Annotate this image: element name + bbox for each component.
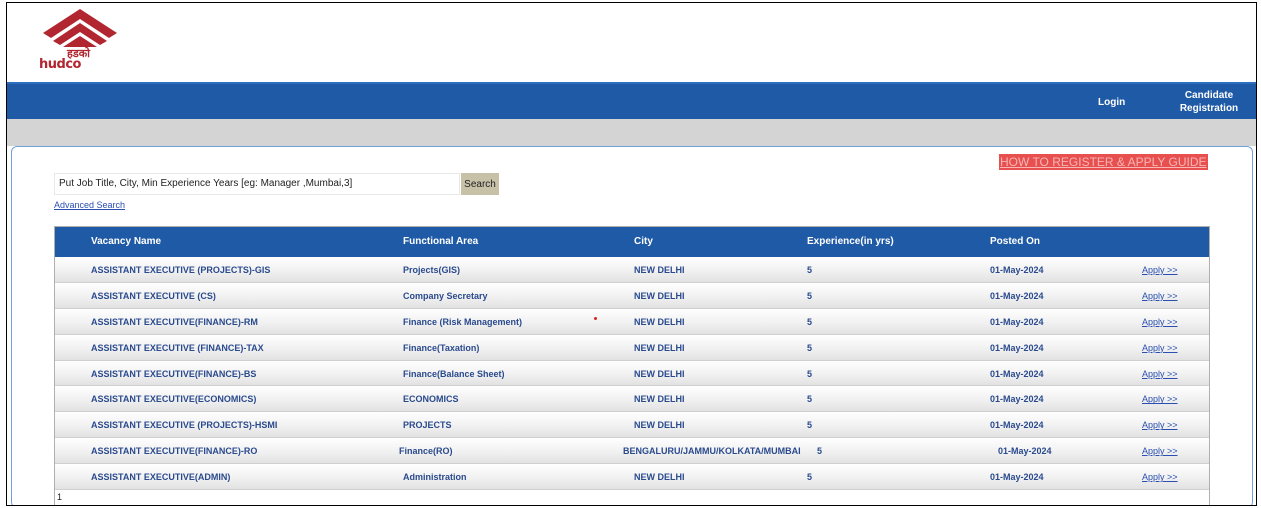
vacancy-name: ASSISTANT EXECUTIVE(ECONOMICS) xyxy=(91,394,257,405)
vacancy-name: ASSISTANT EXECUTIVE(ADMIN) xyxy=(91,472,231,483)
vacancy-name: ASSISTANT EXECUTIVE(FINANCE)-RO xyxy=(91,446,258,457)
vacancy-name: ASSISTANT EXECUTIVE (CS) xyxy=(91,290,216,301)
table-row: ASSISTANT EXECUTIVE (PROJECTS)-GIS Proje… xyxy=(55,257,1209,283)
city: NEW DELHI xyxy=(634,368,685,379)
header-vacancy-name: Vacancy Name xyxy=(91,236,162,247)
posted-on: 01-May-2024 xyxy=(990,472,1044,483)
posted-on: 01-May-2024 xyxy=(990,342,1044,353)
vacancy-table: Vacancy Name Functional Area City Experi… xyxy=(54,226,1210,505)
functional-area: Finance(RO) xyxy=(399,446,453,457)
functional-area: Projects(GIS) xyxy=(403,265,461,275)
experience: 5 xyxy=(807,342,813,353)
vacancy-name: ASSISTANT EXECUTIVE (PROJECTS)-HSMI xyxy=(91,420,278,431)
vacancy-name: ASSISTANT EXECUTIVE (FINANCE)-TAX xyxy=(91,342,264,353)
city: NEW DELHI xyxy=(634,316,685,327)
apply-link[interactable]: Apply >> xyxy=(1142,317,1178,327)
page-frame: हडको hudco Login Candidate Registration … xyxy=(6,2,1257,506)
functional-area: PROJECTS xyxy=(403,420,452,431)
apply-link[interactable]: Apply >> xyxy=(1142,291,1178,301)
how-to-register-guide-link[interactable]: HOW TO REGISTER & APPLY GUIDE xyxy=(999,154,1208,170)
top-navbar: Login Candidate Registration xyxy=(7,82,1256,119)
experience: 5 xyxy=(807,265,813,275)
posted-on: 01-May-2024 xyxy=(998,446,1052,457)
apply-link[interactable]: Apply >> xyxy=(1142,369,1178,379)
table-header: Vacancy Name Functional Area City Experi… xyxy=(55,227,1209,257)
experience: 5 xyxy=(807,368,813,379)
functional-area: Finance(Balance Sheet) xyxy=(403,368,505,379)
sub-header-band xyxy=(7,119,1256,146)
apply-link[interactable]: Apply >> xyxy=(1142,446,1178,456)
city: NEW DELHI xyxy=(634,290,685,301)
posted-on: 01-May-2024 xyxy=(990,394,1044,405)
table-row: ASSISTANT EXECUTIVE(FINANCE)-RM Finance … xyxy=(55,308,1209,335)
posted-on: 01-May-2024 xyxy=(990,316,1044,327)
header-functional-area: Functional Area xyxy=(403,236,479,247)
registration-line1: Candidate xyxy=(1184,90,1234,101)
apply-link[interactable]: Apply >> xyxy=(1142,394,1178,404)
functional-area: Company Secretary xyxy=(403,290,488,301)
candidate-registration-link[interactable]: Candidate Registration xyxy=(1169,89,1249,115)
apply-link[interactable]: Apply >> xyxy=(1142,472,1178,482)
city: NEW DELHI xyxy=(634,472,685,483)
functional-area: Finance(Taxation) xyxy=(403,342,480,353)
functional-area: Administration xyxy=(403,472,467,483)
login-link[interactable]: Login xyxy=(1098,97,1125,108)
table-row: ASSISTANT EXECUTIVE (PROJECTS)-HSMI PROJ… xyxy=(55,412,1209,439)
experience: 5 xyxy=(807,472,813,483)
registration-line2: Registration xyxy=(1179,103,1239,114)
search-button[interactable]: Search xyxy=(461,173,499,195)
header-posted-on: Posted On xyxy=(990,236,1041,247)
header-experience: Experience(in yrs) xyxy=(807,236,894,247)
table-row: ASSISTANT EXECUTIVE (CS) Company Secreta… xyxy=(55,282,1209,309)
functional-area: Finance (Risk Management) xyxy=(403,316,523,327)
logo-wordmark: hudco xyxy=(39,57,81,72)
vacancy-panel: HOW TO REGISTER & APPLY GUIDE Put Job Ti… xyxy=(11,146,1253,505)
apply-link[interactable]: Apply >> xyxy=(1142,265,1178,275)
apply-link[interactable]: Apply >> xyxy=(1142,420,1178,430)
job-search-input[interactable]: Put Job Title, City, Min Experience Year… xyxy=(54,173,460,195)
functional-area: ECONOMICS xyxy=(403,394,459,405)
table-row: ASSISTANT EXECUTIVE(FINANCE)-BS Finance(… xyxy=(55,360,1209,387)
city: NEW DELHI xyxy=(634,265,685,275)
experience: 5 xyxy=(807,316,813,327)
red-dot-marker xyxy=(594,316,597,320)
apply-link[interactable]: Apply >> xyxy=(1142,343,1178,353)
city: NEW DELHI xyxy=(634,394,685,405)
advanced-search-link[interactable]: Advanced Search xyxy=(54,200,125,210)
city: NEW DELHI xyxy=(634,342,685,353)
posted-on: 01-May-2024 xyxy=(990,265,1044,275)
vacancy-name: ASSISTANT EXECUTIVE(FINANCE)-RM xyxy=(91,316,258,327)
table-row: ASSISTANT EXECUTIVE (FINANCE)-TAX Financ… xyxy=(55,334,1209,361)
city: NEW DELHI xyxy=(634,420,685,431)
experience: 5 xyxy=(807,420,813,431)
table-row: ASSISTANT EXECUTIVE(FINANCE)-RO Finance(… xyxy=(55,438,1209,465)
city: BENGALURU/JAMMU/KOLKATA/MUMBAI xyxy=(623,446,801,457)
posted-on: 01-May-2024 xyxy=(990,420,1044,431)
pagination: 1 xyxy=(55,490,1209,505)
table-row: ASSISTANT EXECUTIVE(ECONOMICS) ECONOMICS… xyxy=(55,386,1209,413)
posted-on: 01-May-2024 xyxy=(990,290,1044,301)
vacancy-name: ASSISTANT EXECUTIVE(FINANCE)-BS xyxy=(91,368,257,379)
posted-on: 01-May-2024 xyxy=(990,368,1044,379)
vacancy-name: ASSISTANT EXECUTIVE (PROJECTS)-GIS xyxy=(91,265,271,275)
experience: 5 xyxy=(817,446,823,457)
experience: 5 xyxy=(807,394,813,405)
experience: 5 xyxy=(807,290,813,301)
page-number[interactable]: 1 xyxy=(57,492,62,502)
table-row: ASSISTANT EXECUTIVE(ADMIN) Administratio… xyxy=(55,464,1209,491)
header-city: City xyxy=(634,236,653,247)
